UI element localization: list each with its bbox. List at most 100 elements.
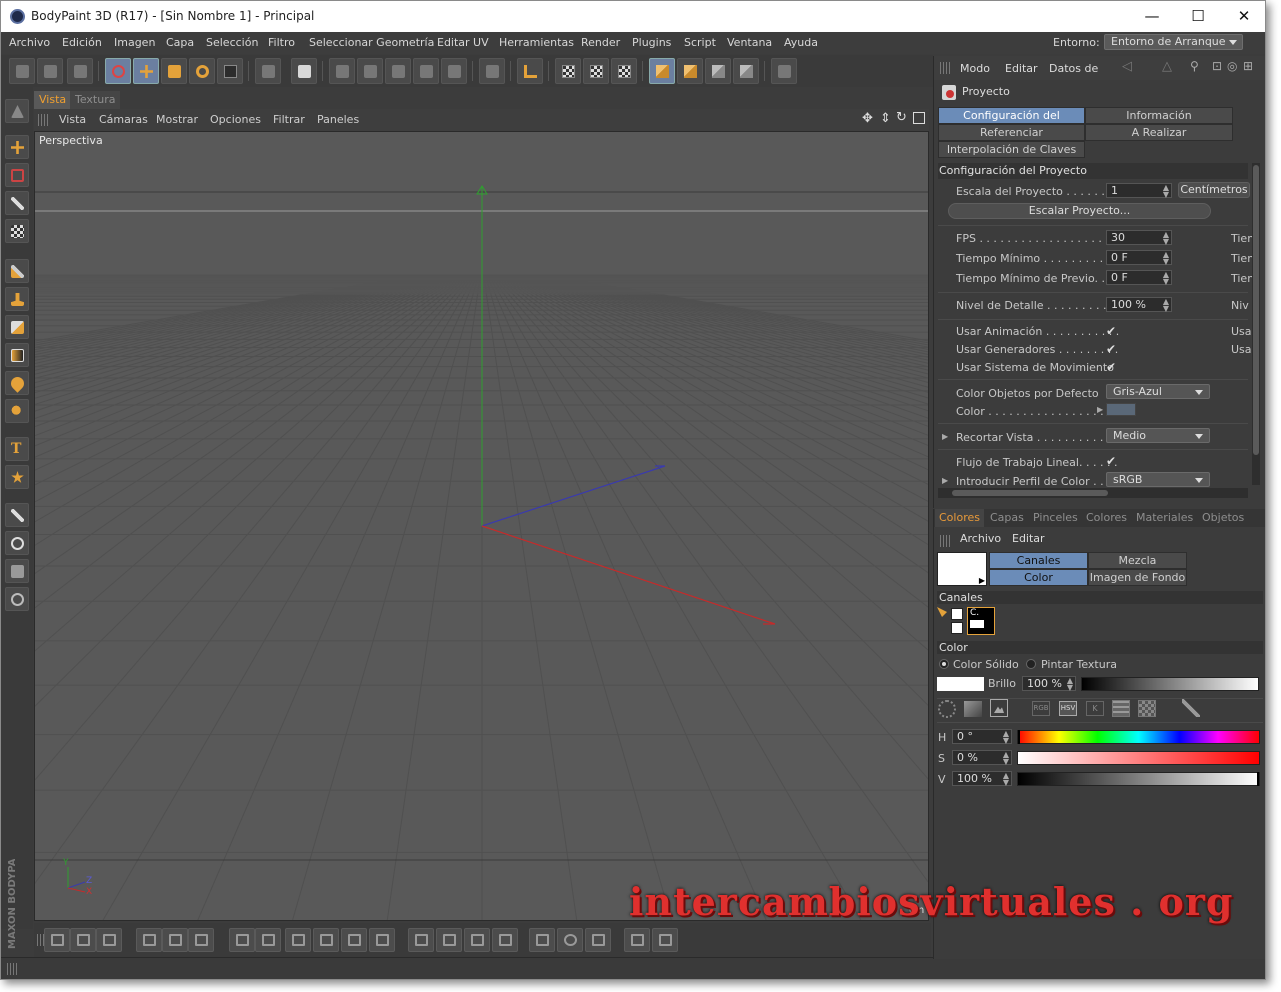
rectangle-selection-icon[interactable] <box>5 163 29 187</box>
nav-back-icon[interactable]: ◁ <box>1122 59 1132 74</box>
menu-render[interactable]: Render <box>581 36 620 49</box>
tab-vista[interactable]: Vista <box>34 91 72 109</box>
cube-polygons-icon[interactable] <box>733 58 759 84</box>
channel-c-thumbnail[interactable]: C. <box>967 607 995 635</box>
minimize-button[interactable]: — <box>1129 1 1175 32</box>
move-tool-icon[interactable] <box>5 135 29 159</box>
usar-animacion-checkbox[interactable]: ✔ <box>1106 325 1118 337</box>
tab-interpolacion-claves[interactable]: Interpolación de Claves <box>938 141 1085 158</box>
escala-unit-button[interactable]: Centímetros <box>1178 182 1250 198</box>
menu-imagen[interactable]: Imagen <box>114 36 155 49</box>
rgb-mode-button[interactable]: RGB <box>1032 701 1050 716</box>
move-icon[interactable] <box>133 58 159 84</box>
perfil-expand-icon[interactable]: ▶ <box>942 476 948 485</box>
vertical-scrollbar[interactable] <box>1252 163 1260 485</box>
menu-script[interactable]: Script <box>684 36 716 49</box>
escalar-proyecto-button[interactable]: Escalar Proyecto... <box>948 203 1211 219</box>
kelvin-mode-button[interactable]: K <box>1086 701 1104 716</box>
paint-tool-d-icon[interactable] <box>441 58 467 84</box>
shape-star-icon[interactable] <box>5 465 29 489</box>
magic-wand-icon[interactable] <box>5 191 29 215</box>
uv-tool-11-icon[interactable] <box>341 928 367 952</box>
uv-tool-1-icon[interactable] <box>44 928 70 952</box>
attr-menu-editar[interactable]: Editar <box>1005 62 1038 75</box>
menu-archivo[interactable]: Archivo <box>9 36 50 49</box>
h-field[interactable]: 0 ° ▲ ▼ <box>952 729 1012 745</box>
tab-referenciar[interactable]: Referenciar <box>938 124 1085 141</box>
vp-menu-paneles[interactable]: Paneles <box>317 113 359 126</box>
background-channel-swatch[interactable] <box>951 622 963 634</box>
tab-a-realizar[interactable]: A Realizar <box>1085 124 1233 141</box>
uv-tool-19-icon[interactable] <box>585 928 611 952</box>
vp-menu-mostrar[interactable]: Mostrar <box>156 113 198 126</box>
usar-generadores-checkbox[interactable]: ✔ <box>1106 343 1118 355</box>
nivel-detalle-field[interactable]: 100 % ▲ ▼ <box>1106 297 1172 313</box>
vp-menu-filtrar[interactable]: Filtrar <box>273 113 305 126</box>
colors-menu-editar[interactable]: Editar <box>1012 532 1045 545</box>
target-icon[interactable]: ◎ <box>1227 59 1237 73</box>
uv-tool-8-icon[interactable] <box>255 928 281 952</box>
undo-icon[interactable] <box>9 58 35 84</box>
search-icon[interactable]: ⚲ <box>1190 59 1199 73</box>
color-from-image-icon[interactable] <box>990 699 1008 717</box>
render-picture-viewer-icon[interactable] <box>583 58 609 84</box>
perfil-color-dropdown[interactable]: sRGB <box>1106 472 1210 487</box>
menu-seleccion[interactable]: Selección <box>206 36 258 49</box>
tab-colores[interactable]: Colores <box>935 509 984 527</box>
current-color-swatch[interactable]: ▶ <box>937 552 987 586</box>
uv-tool-9-icon[interactable] <box>285 928 311 952</box>
horizontal-scrollbar[interactable] <box>938 488 1248 498</box>
render-settings-icon[interactable] <box>611 58 637 84</box>
color-wheel-icon[interactable] <box>938 700 956 718</box>
tab-informacion[interactable]: Información <box>1085 107 1233 124</box>
color-expand-icon[interactable]: ▶ <box>1097 405 1103 414</box>
vertical-scrollbar-thumb[interactable] <box>1253 165 1259 455</box>
colors-menu-archivo[interactable]: Archivo <box>960 532 1001 545</box>
uv-tool-21-icon[interactable] <box>652 928 678 952</box>
new-panel-icon[interactable]: ⊞ <box>1243 59 1253 73</box>
menu-capa[interactable]: Capa <box>166 36 194 49</box>
eyedropper-icon[interactable] <box>5 503 29 527</box>
menu-ventana[interactable]: Ventana <box>727 36 772 49</box>
menu-edicion[interactable]: Edición <box>62 36 102 49</box>
render-view-icon[interactable] <box>555 58 581 84</box>
tiempo-minimo-previo-field[interactable]: 0 F ▲ ▼ <box>1106 270 1172 286</box>
redo-icon[interactable] <box>37 58 63 84</box>
zoom-tool-icon[interactable] <box>5 531 29 555</box>
paint-tool-c-icon[interactable] <box>413 58 439 84</box>
hue-slider-handle[interactable] <box>1018 730 1020 744</box>
color-button[interactable]: Color <box>989 569 1088 586</box>
smudge-icon[interactable] <box>5 399 29 423</box>
color-swatch[interactable] <box>1106 403 1136 416</box>
recortar-vista-dropdown[interactable]: Medio <box>1106 428 1210 443</box>
brillo-gradient-slider[interactable] <box>1081 677 1259 691</box>
value-slider-handle[interactable] <box>1257 772 1259 786</box>
color-objetos-dropdown[interactable]: Gris-Azul <box>1106 384 1210 399</box>
color-swatches-icon[interactable] <box>1138 700 1156 717</box>
uv-tool-icon[interactable] <box>5 587 29 611</box>
zoom-view-icon[interactable]: ⇕ <box>880 111 891 126</box>
vp-menu-camaras[interactable]: Cámaras <box>99 113 148 126</box>
tab-materiales[interactable]: Materiales <box>1132 509 1198 527</box>
s-field[interactable]: 0 % ▲ ▼ <box>952 750 1012 766</box>
recent-tools-icon[interactable] <box>217 58 243 84</box>
uv-tool-20-icon[interactable] <box>624 928 650 952</box>
rotate-view-icon[interactable]: ↻ <box>896 110 907 125</box>
canales-button[interactable]: Canales <box>989 552 1088 569</box>
escala-field[interactable]: 1 ▲ ▼ <box>1106 183 1172 199</box>
color-mixer-icon[interactable] <box>1112 700 1130 717</box>
uv-tool-3-icon[interactable] <box>96 928 122 952</box>
uv-tool-18-icon[interactable] <box>557 928 583 952</box>
tab-capas[interactable]: Capas <box>986 509 1028 527</box>
pan-view-icon[interactable]: ✥ <box>862 111 873 126</box>
hand-tool-icon[interactable] <box>5 559 29 583</box>
flujo-lineal-checkbox[interactable]: ✔ <box>1106 455 1118 467</box>
fill-drop-icon[interactable] <box>5 371 29 395</box>
rotate-icon[interactable] <box>189 58 215 84</box>
close-button[interactable]: ✕ <box>1221 1 1265 32</box>
uv-tool-2-icon[interactable] <box>70 928 96 952</box>
horizontal-scrollbar-thumb[interactable] <box>952 490 1108 496</box>
uv-tool-15-icon[interactable] <box>464 928 490 952</box>
cube-points-icon[interactable] <box>677 58 703 84</box>
color-preview-swatch[interactable] <box>937 677 984 691</box>
